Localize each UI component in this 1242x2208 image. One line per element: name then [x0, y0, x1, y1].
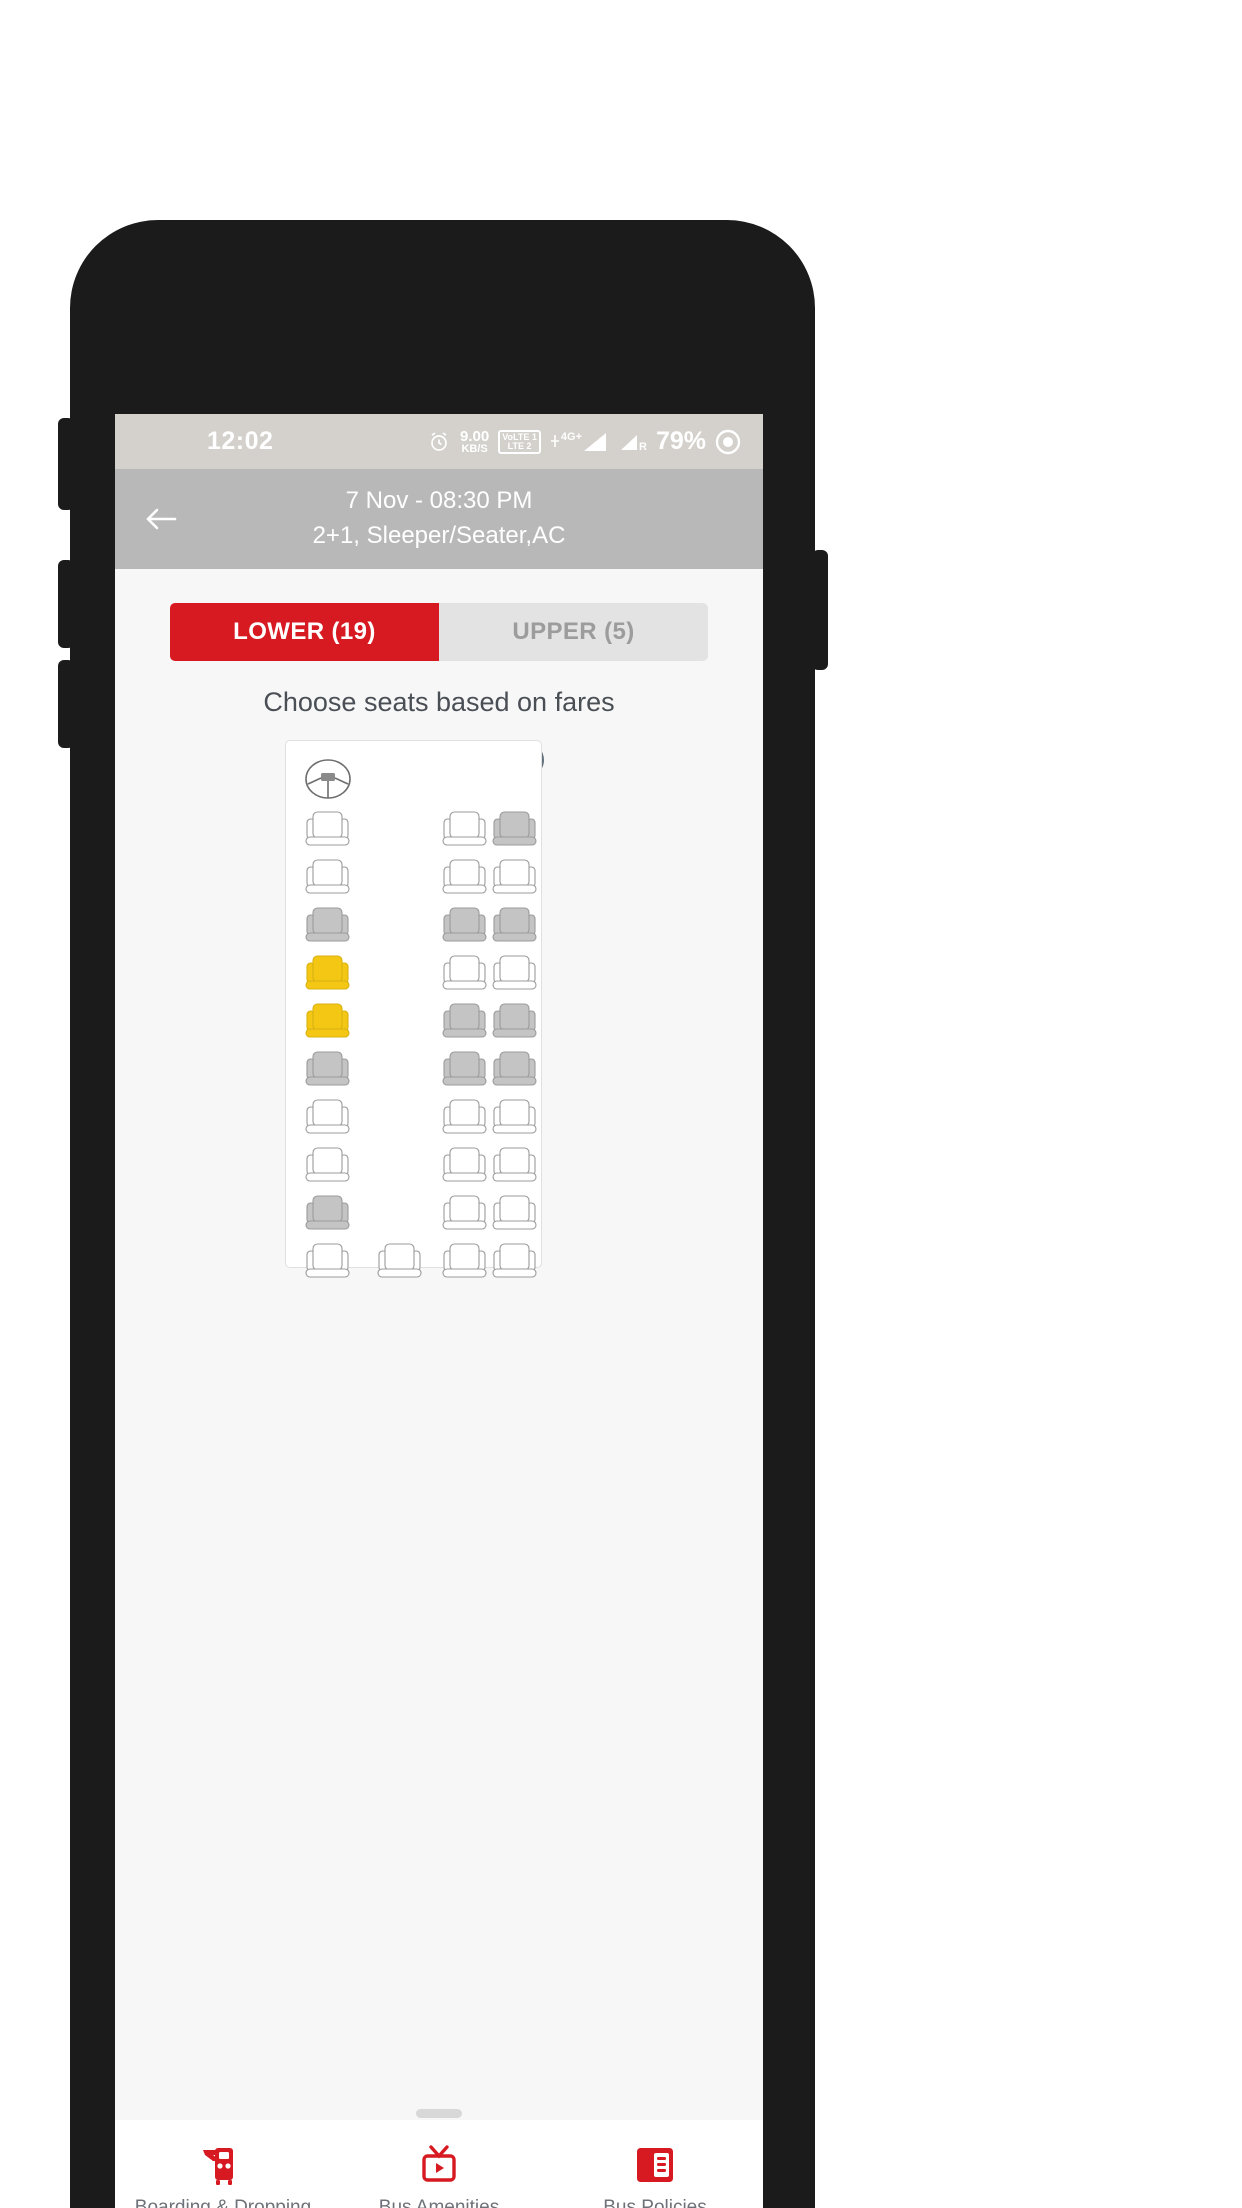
phone-mute-button[interactable]	[58, 418, 74, 510]
seat-selection-content: LOWER (19) UPPER (5) Choose seats based …	[115, 603, 763, 2208]
volte-dual-sim-icon: VoLTE 1 LTE 2	[498, 429, 541, 454]
signal-sim1-icon: 4G+	[550, 431, 608, 453]
bottom-navigation-bar: Boarding & Dropping Bus Amenities Bus Po…	[115, 2120, 763, 2208]
seat-map-region: i	[115, 740, 763, 1280]
seat-l6[interactable]	[304, 1049, 351, 1089]
alarm-clock-icon	[427, 430, 451, 454]
phone-screen: 12:02 9.00 KB/S VoLTE 1 LTE 2 4G+ R 79% …	[115, 414, 763, 2208]
seat-l9[interactable]	[304, 1193, 351, 1233]
seat-r8[interactable]	[491, 1145, 538, 1185]
steering-wheel-icon	[304, 757, 352, 801]
seat-l1[interactable]	[304, 809, 351, 849]
seat-c8[interactable]	[441, 1145, 488, 1185]
status-icon-tray: 9.00 KB/S VoLTE 1 LTE 2 4G+ R 79%	[427, 427, 741, 456]
seat-c1[interactable]	[441, 809, 488, 849]
bottom-sheet-drag-handle[interactable]	[416, 2109, 462, 2118]
nav-label-bus-amenities: Bus Amenities	[378, 2196, 500, 2208]
phone-volume-up-button[interactable]	[58, 660, 74, 748]
seat-c4[interactable]	[441, 953, 488, 993]
trip-datetime: 7 Nov - 08:30 PM	[345, 487, 533, 515]
seat-r10[interactable]	[491, 1241, 538, 1281]
seat-l2[interactable]	[304, 857, 351, 897]
app-header: 7 Nov - 08:30 PM 2+1, Sleeper/Seater,AC	[115, 469, 763, 569]
screenshot-canvas: 12:02 9.00 KB/S VoLTE 1 LTE 2 4G+ R 79% …	[0, 0, 1242, 2208]
nav-label-boarding-dropping: Boarding & Dropping	[134, 2196, 312, 2208]
seat-r7[interactable]	[491, 1097, 538, 1137]
phone-power-button[interactable]	[812, 550, 828, 670]
nav-item-boarding-dropping[interactable]: Boarding & Dropping	[115, 2144, 331, 2208]
seat-l8[interactable]	[304, 1145, 351, 1185]
status-clock: 12:02	[207, 427, 274, 455]
back-arrow-icon[interactable]	[133, 491, 189, 547]
bus-type-label: 2+1, Sleeper/Seater,AC	[312, 522, 566, 549]
seat-c6[interactable]	[441, 1049, 488, 1089]
seat-r5[interactable]	[491, 1001, 538, 1041]
network-speed-indicator: 9.00 KB/S	[460, 427, 490, 455]
battery-percentage: 79%	[655, 427, 706, 455]
nav-label-bus-policies: Bus Policies	[603, 2196, 707, 2208]
seat-c10[interactable]	[441, 1241, 488, 1281]
seat-l7[interactable]	[304, 1097, 351, 1137]
signal-sim2-icon: R	[617, 431, 647, 453]
seat-c3[interactable]	[441, 905, 488, 945]
seat-c5[interactable]	[441, 1001, 488, 1041]
bus-icon	[201, 2144, 245, 2188]
seat-r9[interactable]	[491, 1193, 538, 1233]
seat-l5[interactable]	[304, 1001, 351, 1041]
seat-c7[interactable]	[441, 1097, 488, 1137]
seat-l3[interactable]	[304, 905, 351, 945]
tab-upper-deck[interactable]: UPPER (5)	[439, 603, 708, 661]
tab-lower-deck[interactable]: LOWER (19)	[170, 603, 439, 661]
seat-c9[interactable]	[441, 1193, 488, 1233]
seat-l4[interactable]	[304, 953, 351, 993]
seat-r2[interactable]	[491, 857, 538, 897]
seat-r3[interactable]	[491, 905, 538, 945]
eye-care-icon	[715, 429, 741, 455]
seat-c2[interactable]	[441, 857, 488, 897]
phone-volume-down-button[interactable]	[58, 560, 74, 648]
tv-icon	[417, 2144, 461, 2188]
policy-document-icon	[634, 2144, 676, 2188]
seat-r6[interactable]	[491, 1049, 538, 1089]
seat-r4[interactable]	[491, 953, 538, 993]
nav-item-bus-amenities[interactable]: Bus Amenities	[331, 2144, 547, 2208]
deck-tabs: LOWER (19) UPPER (5)	[170, 603, 708, 661]
seat-r1[interactable]	[491, 809, 538, 849]
seat-m10[interactable]	[376, 1241, 423, 1281]
instruction-text: Choose seats based on fares	[263, 687, 615, 717]
seat-map-card	[285, 740, 542, 1278]
seat-l10[interactable]	[304, 1241, 351, 1281]
header-title-block: 7 Nov - 08:30 PM 2+1, Sleeper/Seater,AC	[115, 484, 763, 554]
nav-item-bus-policies[interactable]: Bus Policies	[547, 2144, 763, 2208]
status-bar: 12:02 9.00 KB/S VoLTE 1 LTE 2 4G+ R 79%	[115, 414, 763, 469]
